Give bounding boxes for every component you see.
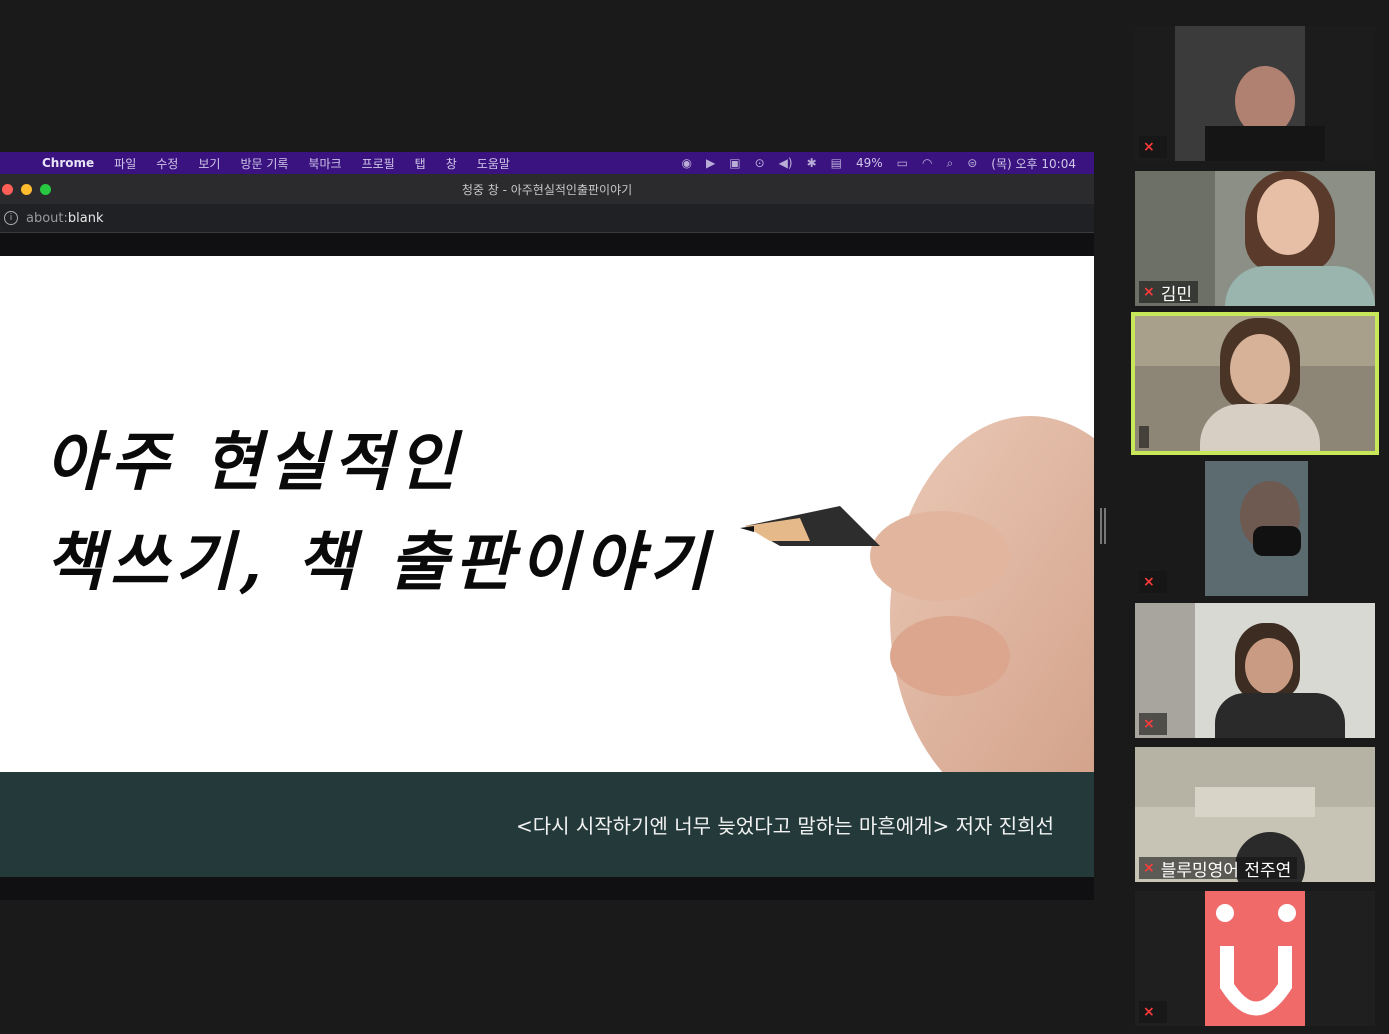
muted-mic-icon: ⨯ [1143,574,1155,590]
zoom-window-button[interactable] [40,184,51,195]
clock: (목) 오후 10:04 [991,156,1076,171]
menu-window[interactable]: 창 [446,155,457,172]
muted-mic-icon: ⨯ [1143,716,1155,732]
menu-tab[interactable]: 탭 [415,155,426,172]
close-window-button[interactable] [2,184,13,195]
muted-mic-icon: ⨯ [1143,1004,1155,1020]
participant-name-tag: ⨯ [1139,571,1167,593]
slide-title-line2: 책쓰기, 책 출판이야기 [45,525,714,600]
wifi-icon[interactable]: ◠ [922,156,932,170]
media-icon[interactable]: ⊙ [755,156,765,170]
panel-resize-handle[interactable] [1100,508,1106,544]
slide-title-line1: 아주 현실적인 [45,425,463,500]
bluetooth-icon[interactable]: ✱ [807,156,817,170]
menu-help[interactable]: 도움말 [477,155,510,172]
participant-tile[interactable]: ⨯ [1135,603,1375,738]
hand-with-pencil-image [740,416,1094,772]
muted-mic-icon: ⨯ [1143,284,1155,300]
participant-name: 블루밍영어 전주연 [1160,860,1292,881]
camera-status-icon[interactable]: ◉ [682,156,692,170]
participant-name-tag: ⨯ 김민 [1139,281,1199,305]
participant-name-tag: ⨯ [1139,713,1167,735]
slide-footer: <다시 시작하기엔 너무 늦었다고 말하는 마흔에게> 저자 진희선 [0,772,1094,877]
menu-profile[interactable]: 프로필 [362,155,395,172]
muted-mic-icon: ⨯ [1143,860,1155,876]
info-icon[interactable]: i [4,211,18,225]
control-center-icon[interactable]: ⊜ [967,156,977,170]
participant-name-tag: ⨯ [1139,136,1167,158]
screen-icon[interactable]: ▣ [729,156,740,170]
muted-mic-icon: ⨯ [1143,139,1155,155]
address-path: blank [67,210,104,226]
participant-tile[interactable]: ⨯ 블루밍영어 전주연 [1135,747,1375,882]
input-source-icon[interactable]: ▤ [831,156,842,170]
status-area: ◉ ▶ ▣ ⊙ ◀) ✱ ▤ 49% ▭ ◠ ⌕ ⊜ (목) 오후 10:04 [682,152,1076,174]
participant-tile-active-speaker[interactable] [1131,312,1379,455]
menu-view[interactable]: 보기 [198,155,220,172]
window-title: 청중 창 - 아주현실적인출판이야기 [461,182,633,197]
presentation-slide: 아주 현실적인 책쓰기, 책 출판이야기 [0,256,1094,772]
slide-footer-text: <다시 시작하기엔 너무 늦었다고 말하는 마흔에게> 저자 진희선 [515,814,1054,838]
window-titlebar: 청중 창 - 아주현실적인출판이야기 [0,174,1094,204]
menu-bookmarks[interactable]: 북마크 [308,155,341,172]
participant-tile[interactable]: ⨯ [1135,461,1375,596]
participant-tile[interactable]: ⨯ [1135,26,1375,161]
search-icon[interactable]: ⌕ [947,156,954,171]
shared-screen: Chrome 파일 수정 보기 방문 기록 북마크 프로필 탭 창 도움말 ◉ … [0,152,1094,900]
battery-icon[interactable]: ▭ [897,156,908,170]
minimize-window-button[interactable] [21,184,32,195]
menu-file[interactable]: 파일 [114,155,136,172]
participant-tile[interactable]: ⨯ [1135,891,1375,1026]
participant-name-tag: ⨯ 블루밍영어 전주연 [1139,857,1298,881]
participant-tile[interactable]: ⨯ 김민 [1135,171,1375,306]
volume-icon[interactable]: ◀) [779,156,793,170]
mac-menubar: Chrome 파일 수정 보기 방문 기록 북마크 프로필 탭 창 도움말 ◉ … [0,152,1094,174]
participant-name: 김민 [1160,284,1193,305]
bottom-dark-strip [0,877,1094,900]
address-bar[interactable]: i about: blank [0,204,1094,233]
address-scheme: about: [26,210,68,226]
menu-edit[interactable]: 수정 [156,155,178,172]
top-dark-strip [0,233,1094,256]
participant-name-tag: ⨯ [1139,1001,1167,1023]
participant-name-tag [1139,426,1149,448]
avatar [1205,891,1305,1026]
menu-history[interactable]: 방문 기록 [240,155,288,172]
play-icon[interactable]: ▶ [706,156,715,170]
battery-percent: 49% [856,156,883,170]
menubar-app-name[interactable]: Chrome [42,156,94,170]
